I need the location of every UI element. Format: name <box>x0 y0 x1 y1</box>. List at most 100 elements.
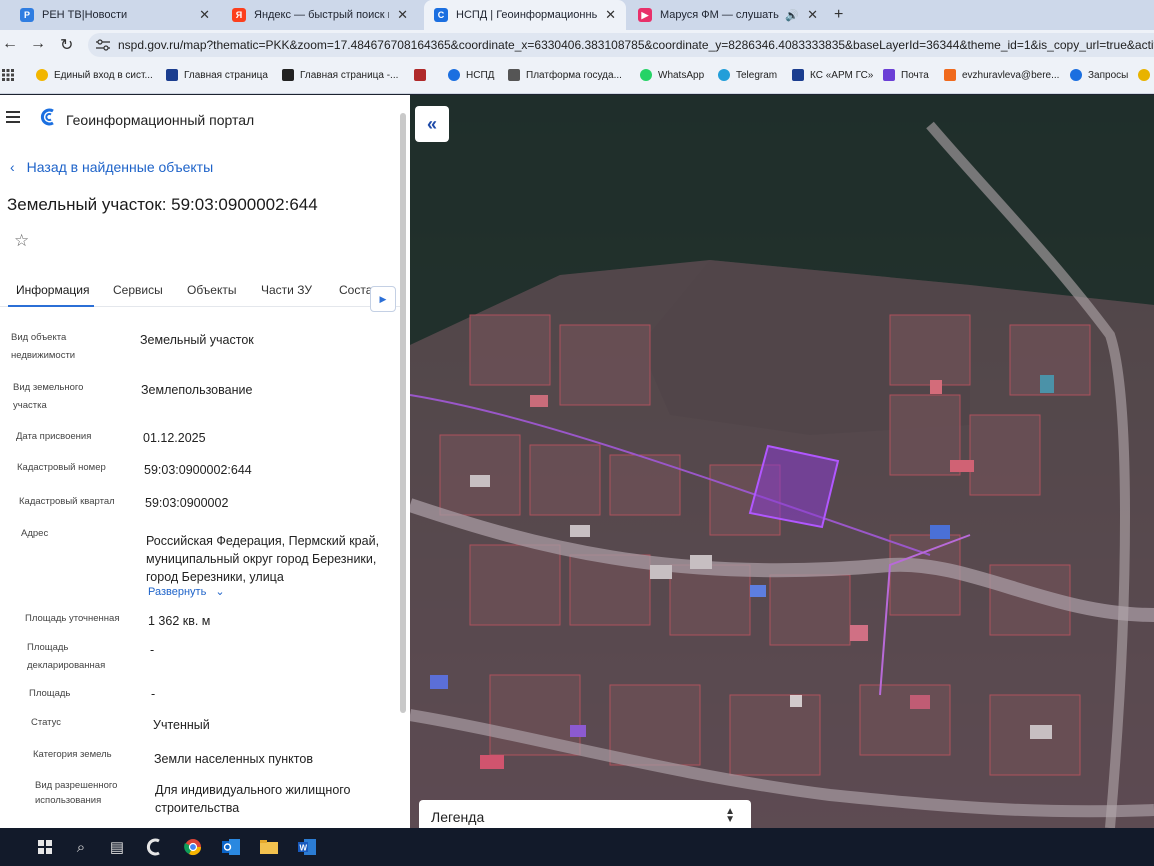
bookmark-requests[interactable]: Запросы <box>1070 69 1128 81</box>
browser-toolbar: ← → ↻ nspd.gov.ru/map?thematic=PKK&zoom=… <box>0 30 1154 60</box>
browser-tab-marusya[interactable]: ▶ Маруся ФМ — слушать он 🔊 ✕ <box>628 0 828 30</box>
double-chevron-left-icon: « <box>426 113 437 134</box>
tab-information[interactable]: Информация <box>16 283 89 297</box>
field-label: Вид объекта недвижимости <box>11 332 76 361</box>
close-icon[interactable]: ✕ <box>397 7 408 23</box>
word-icon[interactable]: W <box>296 836 318 858</box>
bookmark-more[interactable] <box>1138 69 1154 81</box>
tab-services[interactable]: Сервисы <box>113 283 163 297</box>
bookmark-icon <box>1138 69 1150 81</box>
tab-parts[interactable]: Части ЗУ <box>261 283 312 297</box>
field-value: Для индивидуального жилищного строительс… <box>155 783 351 815</box>
bookmark-mail[interactable]: Почта <box>883 69 929 81</box>
chevron-down-icon: ⌄ <box>215 586 225 598</box>
bookmark-telegram[interactable]: Telegram <box>718 69 777 81</box>
field-value: 1 362 кв. м <box>148 614 211 628</box>
whatsapp-icon <box>640 69 652 81</box>
coat-of-arms-icon <box>414 69 426 81</box>
eagle-icon <box>508 69 520 81</box>
field-label: Площадь декларированная <box>27 642 106 671</box>
expand-address-link[interactable]: Развернуть ⌄ <box>148 585 225 598</box>
bookmark-icon <box>36 69 48 81</box>
portal-logo-icon <box>40 108 54 126</box>
object-info-panel: Геоинформационный портал ‹ Назад в найден… <box>0 95 410 828</box>
site-settings-icon[interactable] <box>96 39 110 51</box>
bookmark-label: Платформа госуда... <box>526 69 622 81</box>
svg-text:W: W <box>300 844 308 853</box>
nspd-app-icon[interactable] <box>144 836 166 858</box>
browser-tab-yandex[interactable]: Я Яндекс — быстрый поиск в ин ✕ <box>222 0 418 30</box>
bookmark-label: НСПД <box>466 69 495 81</box>
field-label: Статус <box>31 717 62 728</box>
field-value: - <box>151 687 156 701</box>
bookmark-gov-platform[interactable]: Платформа госуда... <box>508 69 622 81</box>
new-tab-button[interactable]: + <box>834 6 843 24</box>
windows-start-icon[interactable] <box>34 836 56 858</box>
address-bar[interactable]: nspd.gov.ru/map?thematic=PKK&zoom=17.484… <box>88 33 1154 57</box>
speaker-icon[interactable]: 🔊 <box>785 9 799 22</box>
search-icon[interactable]: ⌕ <box>70 836 92 858</box>
panel-scrollbar[interactable] <box>400 113 406 713</box>
bookmark-email-account[interactable]: evzhuravleva@bere... <box>944 69 1059 81</box>
bookmark-nspd[interactable]: НСПД <box>448 69 494 81</box>
tab-title: Маруся ФМ — слушать он <box>660 9 782 21</box>
bookmark-main-2[interactable]: Главная страница -... <box>282 69 398 81</box>
bookmark-icon <box>448 69 460 81</box>
bookmark-label: Telegram <box>736 69 778 81</box>
field-label: Площадь уточненная <box>25 613 120 624</box>
bookmark-arm-gs[interactable]: КС «АРМ ГС» <box>792 69 873 81</box>
favorite-star-icon[interactable]: ☆ <box>14 231 29 251</box>
tab-title: НСПД | Геоинформационный <box>456 9 598 21</box>
file-explorer-icon[interactable] <box>258 836 280 858</box>
tab-composition[interactable]: Соста <box>339 283 372 297</box>
screen: Р РЕН ТВ|Новости ✕ Я Яндекс — быстрый по… <box>0 0 1154 866</box>
chevron-right-icon: ▶ <box>379 293 387 304</box>
tab-objects[interactable]: Объекты <box>187 283 237 297</box>
bookmark-icon <box>1070 69 1082 81</box>
browser-tab-ren-tv[interactable]: Р РЕН ТВ|Новости ✕ <box>10 0 220 30</box>
windows-taskbar: ⌕ ▤ W <box>0 828 1154 866</box>
close-icon[interactable]: ✕ <box>807 7 818 23</box>
collapse-panel-button[interactable]: « <box>415 106 449 142</box>
portal-title: Геоинформационный портал <box>66 112 255 128</box>
bookmark-gosuslugi[interactable]: Единый вход в сист... <box>36 69 153 81</box>
field-value: 59:03:0900002 <box>145 496 229 510</box>
close-icon[interactable]: ✕ <box>199 7 210 23</box>
menu-icon[interactable] <box>6 111 20 123</box>
telegram-icon <box>718 69 730 81</box>
map-view[interactable] <box>410 95 1154 828</box>
field-value: - <box>150 643 155 657</box>
bookmark-label: WhatsApp <box>658 69 705 81</box>
bookmarks-bar: Единый вход в сист... Главная страница Г… <box>0 60 1154 94</box>
chrome-icon[interactable] <box>182 836 204 858</box>
chevron-left-icon: ‹ <box>10 159 15 175</box>
browser-tab-nspd[interactable]: C НСПД | Геоинформационный ✕ <box>424 0 626 30</box>
field-label: Категория земель <box>33 749 112 760</box>
back-arrow-icon[interactable]: ← <box>2 35 18 53</box>
address-value: Российская Федерация, Пермский край, мун… <box>146 534 380 584</box>
field-value: 01.12.2025 <box>143 431 206 445</box>
bookmark-label: evzhuravleva@bere... <box>962 69 1060 81</box>
close-icon[interactable]: ✕ <box>605 7 616 23</box>
satellite-map[interactable] <box>410 95 1154 828</box>
outlook-icon[interactable] <box>220 836 242 858</box>
chevron-up-down-icon: ▲ ▼ <box>725 806 735 825</box>
marusya-favicon-icon: ▶ <box>638 8 652 22</box>
tabs-scroll-right-button[interactable]: ▶ <box>370 286 396 312</box>
bookmark-main-1[interactable]: Главная страница <box>166 69 268 81</box>
apps-grid-icon[interactable] <box>2 69 14 81</box>
task-view-icon[interactable]: ▤ <box>106 836 128 858</box>
bookmark-label: КС «АРМ ГС» <box>810 69 874 81</box>
yandex-favicon-icon: Я <box>232 8 246 22</box>
forward-arrow-icon[interactable]: → <box>30 35 46 53</box>
bookmark-whatsapp[interactable]: WhatsApp <box>640 69 704 81</box>
expand-label: Развернуть <box>148 586 207 598</box>
bookmark-label: Главная страница <box>184 69 268 81</box>
bookmark-label: Главная страница -... <box>300 69 399 81</box>
active-tab-indicator <box>8 305 94 307</box>
back-to-results-link[interactable]: ‹ Назад в найденные объекты <box>10 159 213 175</box>
field-label: Вид земельного участка <box>13 382 84 411</box>
bookmark-emblem[interactable] <box>414 69 432 81</box>
field-value: 59:03:0900002:644 <box>144 463 252 477</box>
reload-icon[interactable]: ↻ <box>60 35 73 55</box>
